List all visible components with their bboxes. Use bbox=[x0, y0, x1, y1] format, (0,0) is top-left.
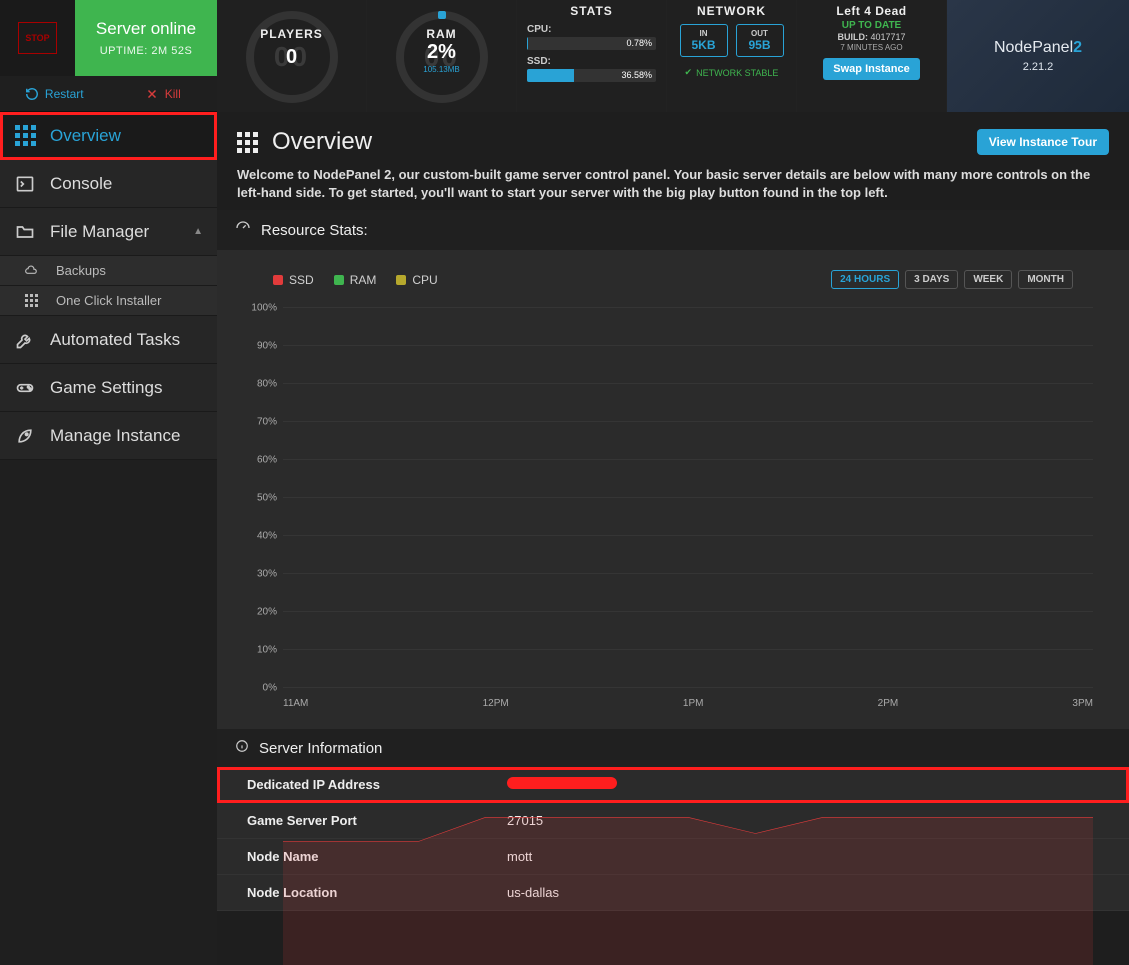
resource-stats-title: Resource Stats: bbox=[261, 222, 368, 239]
game-update-status: UP TO DATE bbox=[805, 20, 938, 31]
game-build-ago: 7 MINUTES AGO bbox=[805, 43, 938, 52]
folder-icon bbox=[14, 222, 36, 242]
nav-console[interactable]: Console bbox=[0, 160, 217, 208]
ram-gauge: RAM 00 2% 105.13MB bbox=[367, 0, 517, 112]
nav-backups-label: Backups bbox=[56, 263, 106, 278]
nav-overview[interactable]: Overview bbox=[0, 112, 217, 160]
ssd-value: 36.58% bbox=[621, 69, 652, 82]
overview-description: Welcome to NodePanel 2, our custom-built… bbox=[237, 166, 1109, 202]
stop-button[interactable]: STOP bbox=[18, 22, 56, 54]
nav-file-manager[interactable]: File Manager ▲ bbox=[0, 208, 217, 256]
nav-automated-label: Automated Tasks bbox=[50, 330, 180, 350]
stats-panel: STATS CPU: 0.78% SSD: 36.58% bbox=[517, 0, 667, 112]
network-out: OUT 95B bbox=[736, 24, 784, 57]
info-icon bbox=[235, 739, 249, 757]
kill-button[interactable]: Kill bbox=[109, 76, 218, 111]
ram-gauge-label: RAM bbox=[426, 27, 456, 41]
legend-cpu: CPU bbox=[396, 270, 437, 289]
game-panel: Left 4 Dead UP TO DATE BUILD: 4017717 7 … bbox=[797, 0, 947, 112]
range-3d-button[interactable]: 3 DAYS bbox=[905, 270, 958, 289]
legend-ssd: SSD bbox=[273, 270, 314, 289]
kill-icon bbox=[145, 87, 159, 101]
cloud-icon bbox=[20, 264, 42, 278]
restart-icon bbox=[25, 87, 39, 101]
stats-title: STATS bbox=[527, 4, 656, 18]
nav-one-click[interactable]: One Click Installer bbox=[0, 286, 217, 316]
chevron-up-icon: ▲ bbox=[193, 226, 203, 237]
kill-label: Kill bbox=[165, 87, 181, 101]
brand-panel: NodePanel2 2.21.2 bbox=[947, 0, 1129, 112]
wrench-icon bbox=[14, 330, 36, 350]
cpu-value: 0.78% bbox=[626, 37, 652, 50]
grid-icon bbox=[20, 294, 42, 307]
nav-one-click-label: One Click Installer bbox=[56, 293, 161, 308]
nav-automated[interactable]: Automated Tasks bbox=[0, 316, 217, 364]
ram-value: 2% bbox=[427, 41, 456, 64]
players-value: 0 bbox=[286, 46, 297, 69]
network-panel: NETWORK IN 5KB OUT 95B ✔ NETWORK STABLE bbox=[667, 0, 797, 112]
nav-console-label: Console bbox=[50, 174, 112, 194]
range-week-button[interactable]: WEEK bbox=[964, 270, 1012, 289]
players-gauge: PLAYERS 00 0 bbox=[217, 0, 367, 112]
brand-version: 2.21.2 bbox=[1023, 61, 1054, 73]
dashboard-icon bbox=[235, 220, 251, 240]
gamepad-icon bbox=[14, 378, 36, 398]
check-icon: ✔ bbox=[685, 67, 693, 78]
network-status: ✔ NETWORK STABLE bbox=[675, 67, 788, 78]
restart-label: Restart bbox=[45, 87, 84, 101]
players-gauge-label: PLAYERS bbox=[260, 27, 323, 41]
nav-backups[interactable]: Backups bbox=[0, 256, 217, 286]
server-uptime: UPTIME: 2M 52S bbox=[100, 45, 193, 57]
nav-game-settings-label: Game Settings bbox=[50, 378, 162, 398]
resource-chart: 0%10%20%30%40%50%60%70%80%90%100% 11AM12… bbox=[233, 297, 1113, 717]
restart-button[interactable]: Restart bbox=[0, 76, 109, 111]
network-in: IN 5KB bbox=[680, 24, 728, 57]
nav-manage-instance[interactable]: Manage Instance bbox=[0, 412, 217, 460]
nav-file-manager-label: File Manager bbox=[50, 222, 149, 242]
grid-icon bbox=[14, 125, 36, 146]
game-build-value: 4017717 bbox=[870, 32, 905, 42]
range-24h-button[interactable]: 24 HOURS bbox=[831, 270, 899, 289]
server-status: Server online UPTIME: 2M 52S bbox=[75, 0, 217, 76]
cpu-label: CPU: bbox=[527, 24, 656, 35]
ram-sub: 105.13MB bbox=[423, 65, 459, 74]
network-title: NETWORK bbox=[675, 4, 788, 18]
nav-manage-instance-label: Manage Instance bbox=[50, 426, 180, 446]
game-title: Left 4 Dead bbox=[805, 4, 938, 18]
resource-stats-header: Resource Stats: bbox=[217, 210, 1129, 250]
console-icon bbox=[14, 174, 36, 194]
page-title: Overview bbox=[272, 128, 372, 156]
nav-overview-label: Overview bbox=[50, 126, 121, 146]
swap-instance-button[interactable]: Swap Instance bbox=[823, 58, 919, 80]
range-month-button[interactable]: MONTH bbox=[1018, 270, 1073, 289]
legend-ram: RAM bbox=[334, 270, 377, 289]
view-tour-button[interactable]: View Instance Tour bbox=[977, 129, 1109, 155]
nav-game-settings[interactable]: Game Settings bbox=[0, 364, 217, 412]
server-status-label: Server online bbox=[96, 19, 196, 39]
grid-icon bbox=[237, 132, 258, 153]
ssd-label: SSD: bbox=[527, 56, 656, 67]
rocket-icon bbox=[14, 426, 36, 446]
